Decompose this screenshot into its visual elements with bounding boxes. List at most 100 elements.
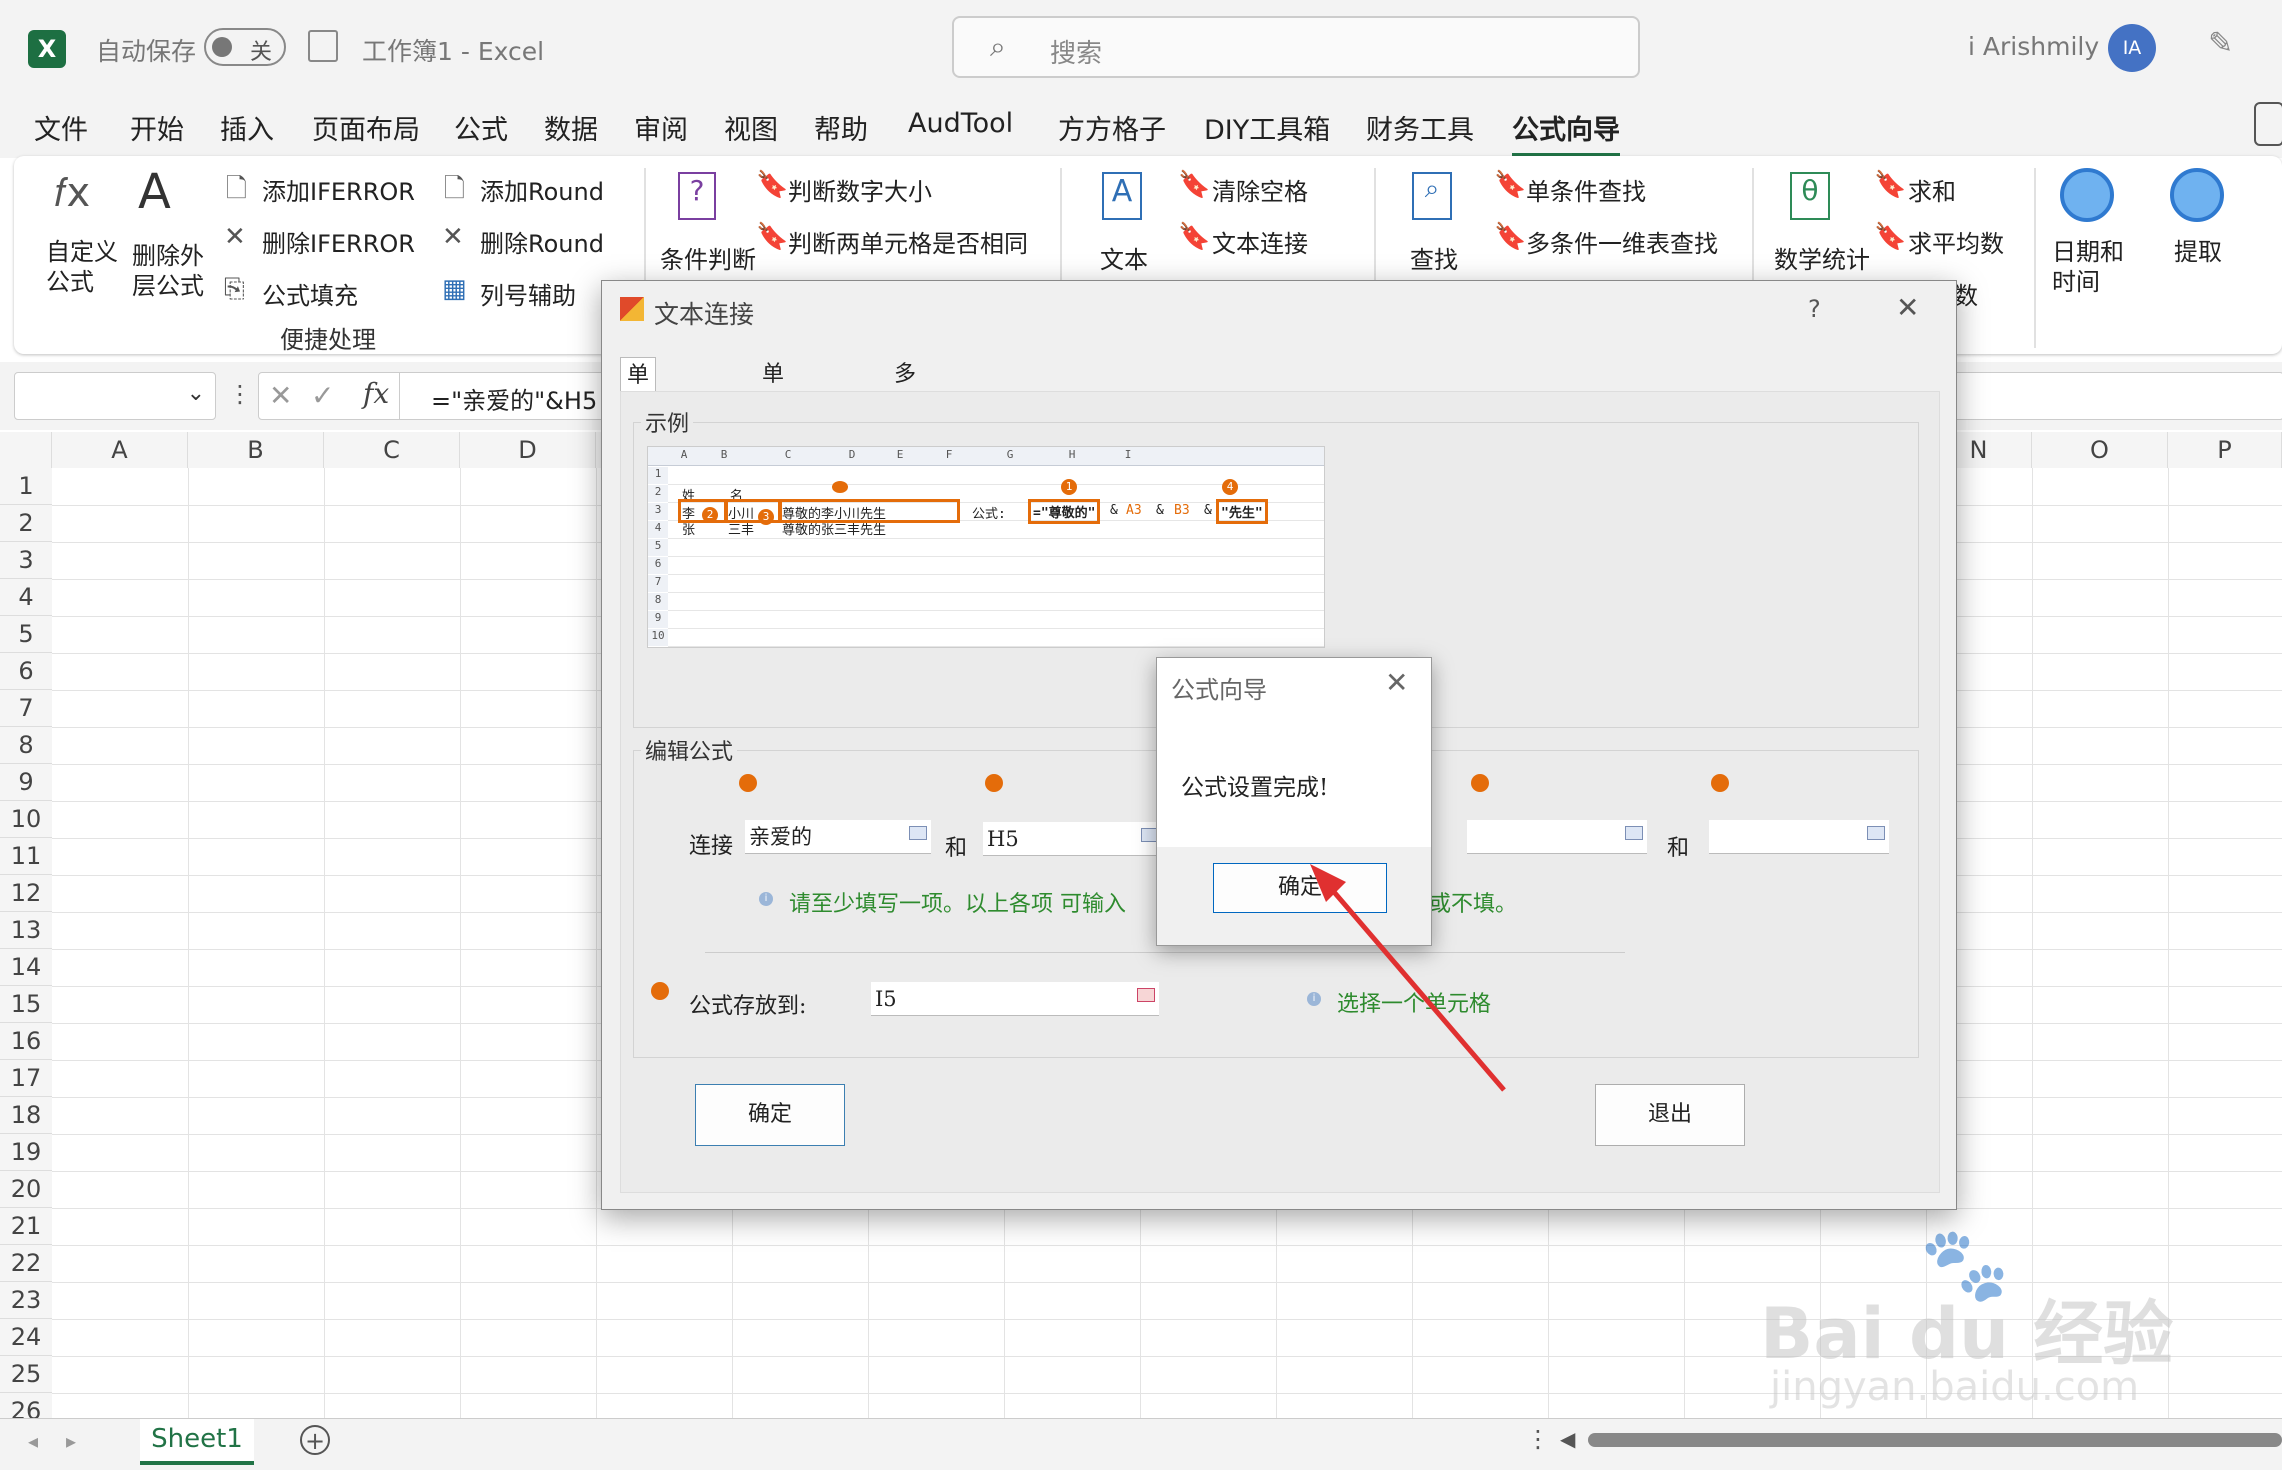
scroll-left-icon[interactable]: ◂ xyxy=(28,1429,38,1453)
row-header[interactable]: 24 xyxy=(0,1319,52,1356)
menu-data[interactable]: 数据 xyxy=(544,108,598,147)
concat-field-1[interactable]: 亲爱的 xyxy=(745,820,931,854)
row-header[interactable]: 5 xyxy=(0,616,52,653)
fill-formula-button[interactable]: 公式填充 xyxy=(262,276,358,311)
math-stat-button[interactable]: 数学统计 xyxy=(1774,240,1870,275)
menu-insert[interactable]: 插入 xyxy=(220,108,274,147)
tab-single-range-text[interactable]: 单区域文本 xyxy=(756,357,790,531)
row-header[interactable]: 8 xyxy=(0,727,52,764)
tab-multi-range-text[interactable]: 多区域文本 xyxy=(888,357,922,531)
search-box[interactable]: ⌕ 搜索 xyxy=(952,16,1640,78)
row-header[interactable]: 23 xyxy=(0,1282,52,1319)
column-header[interactable]: C xyxy=(324,432,460,468)
more-options-icon[interactable]: ⋮ xyxy=(228,380,252,408)
menu-fangfang[interactable]: 方方格子 xyxy=(1058,108,1166,147)
row-header[interactable]: 21 xyxy=(0,1208,52,1245)
scroll-left-icon[interactable]: ◀ xyxy=(1560,1427,1575,1451)
add-iferror-button[interactable]: 添加IFERROR xyxy=(262,172,415,207)
column-header[interactable]: B xyxy=(188,432,324,468)
range-picker-icon[interactable] xyxy=(1625,826,1643,840)
concat-field-4[interactable] xyxy=(1709,820,1889,854)
delete-iferror-button[interactable]: 删除IFERROR xyxy=(262,224,415,259)
confirm-icon[interactable]: ✓ xyxy=(311,379,334,412)
row-header[interactable]: 22 xyxy=(0,1245,52,1282)
cell-picker-icon[interactable] xyxy=(1137,988,1155,1002)
text-concat-button[interactable]: 文本连接 xyxy=(1212,224,1308,259)
sheet-tab[interactable]: Sheet1 xyxy=(140,1419,254,1465)
date-time-label-2[interactable]: 时间 xyxy=(2052,262,2100,297)
concat-field-3[interactable] xyxy=(1467,820,1647,854)
range-picker-icon[interactable] xyxy=(909,826,927,840)
menu-file[interactable]: 文件 xyxy=(34,108,88,147)
ok-button[interactable]: 确定 xyxy=(695,1084,845,1146)
row-header[interactable]: 1 xyxy=(0,468,52,505)
sum-button[interactable]: 求和 xyxy=(1908,172,1956,207)
name-box[interactable]: ⌄ xyxy=(14,372,216,420)
row-header[interactable]: 12 xyxy=(0,875,52,912)
clear-space-button[interactable]: 清除空格 xyxy=(1212,172,1308,207)
save-icon[interactable] xyxy=(308,30,338,62)
delete-round-button[interactable]: 删除Round xyxy=(480,224,604,259)
extract-button[interactable]: 提取 xyxy=(2174,232,2222,267)
add-sheet-icon[interactable]: + xyxy=(300,1425,330,1455)
row-header[interactable]: 11 xyxy=(0,838,52,875)
condition-judge-button[interactable]: 条件判断 xyxy=(660,240,756,275)
row-header[interactable]: 25 xyxy=(0,1356,52,1393)
menu-help[interactable]: 帮助 xyxy=(814,108,868,147)
find-button[interactable]: 查找 xyxy=(1410,240,1458,275)
count-button-partial[interactable]: 数 xyxy=(1954,276,1978,311)
row-header[interactable]: 6 xyxy=(0,653,52,690)
fx-icon[interactable]: fx xyxy=(363,377,389,410)
multi-condition-find-button[interactable]: 多条件一维表查找 xyxy=(1526,224,1718,259)
menu-review[interactable]: 审阅 xyxy=(634,108,688,147)
comments-icon[interactable] xyxy=(2254,102,2282,146)
concat-field-2[interactable]: H5 xyxy=(983,822,1163,856)
avatar[interactable]: IA xyxy=(2108,24,2156,72)
tab-cell-text[interactable]: 单元格文本 xyxy=(620,357,657,532)
menu-formulas[interactable]: 公式 xyxy=(454,108,508,147)
judge-number-button[interactable]: 判断数字大小 xyxy=(788,172,932,207)
close-icon[interactable]: ✕ xyxy=(1385,666,1408,699)
store-to-field[interactable]: I5 xyxy=(871,982,1159,1016)
row-header[interactable]: 19 xyxy=(0,1134,52,1171)
menu-home[interactable]: 开始 xyxy=(130,108,184,147)
menu-view[interactable]: 视图 xyxy=(724,108,778,147)
row-header[interactable]: 7 xyxy=(0,690,52,727)
menu-diy-toolbox[interactable]: DIY工具箱 xyxy=(1204,108,1330,147)
scroll-right-icon[interactable]: ▸ xyxy=(66,1429,76,1453)
row-header[interactable]: 18 xyxy=(0,1097,52,1134)
autosave-toggle[interactable]: 关 xyxy=(204,28,286,66)
row-header[interactable]: 3 xyxy=(0,542,52,579)
menu-finance-tools[interactable]: 财务工具 xyxy=(1366,108,1474,147)
add-round-button[interactable]: 添加Round xyxy=(480,172,604,207)
delete-outer-label-2[interactable]: 层公式 xyxy=(132,266,204,301)
help-button[interactable]: ? xyxy=(1808,295,1821,323)
single-condition-find-button[interactable]: 单条件查找 xyxy=(1526,172,1646,207)
exit-button[interactable]: 退出 xyxy=(1595,1084,1745,1146)
row-header[interactable]: 10 xyxy=(0,801,52,838)
row-header[interactable]: 14 xyxy=(0,949,52,986)
menu-formula-wizard[interactable]: 公式向导 xyxy=(1512,108,1620,157)
row-header[interactable]: 2 xyxy=(0,505,52,542)
menu-audtool[interactable]: AudTool xyxy=(908,108,1013,139)
pen-icon[interactable]: ✎ xyxy=(2208,26,2233,61)
range-picker-icon[interactable] xyxy=(1867,826,1885,840)
col-helper-button[interactable]: 列号辅助 xyxy=(480,276,576,311)
row-header[interactable]: 13 xyxy=(0,912,52,949)
row-header[interactable]: 20 xyxy=(0,1171,52,1208)
menu-page-layout[interactable]: 页面布局 xyxy=(312,108,420,147)
row-header[interactable]: 17 xyxy=(0,1060,52,1097)
more-options-icon[interactable]: ⋮ xyxy=(1526,1425,1550,1453)
horizontal-scrollbar[interactable] xyxy=(1588,1433,2282,1447)
row-header[interactable]: 15 xyxy=(0,986,52,1023)
row-header[interactable]: 9 xyxy=(0,764,52,801)
judge-two-cells-button[interactable]: 判断两单元格是否相同 xyxy=(788,224,1028,259)
text-button[interactable]: 文本 xyxy=(1100,240,1148,275)
column-header[interactable]: D xyxy=(460,432,596,468)
column-header[interactable]: P xyxy=(2168,432,2282,468)
row-header[interactable]: 16 xyxy=(0,1023,52,1060)
average-button[interactable]: 求平均数 xyxy=(1908,224,2004,259)
row-header[interactable]: 4 xyxy=(0,579,52,616)
close-icon[interactable]: ✕ xyxy=(1896,291,1919,324)
column-header[interactable]: O xyxy=(2032,432,2168,468)
